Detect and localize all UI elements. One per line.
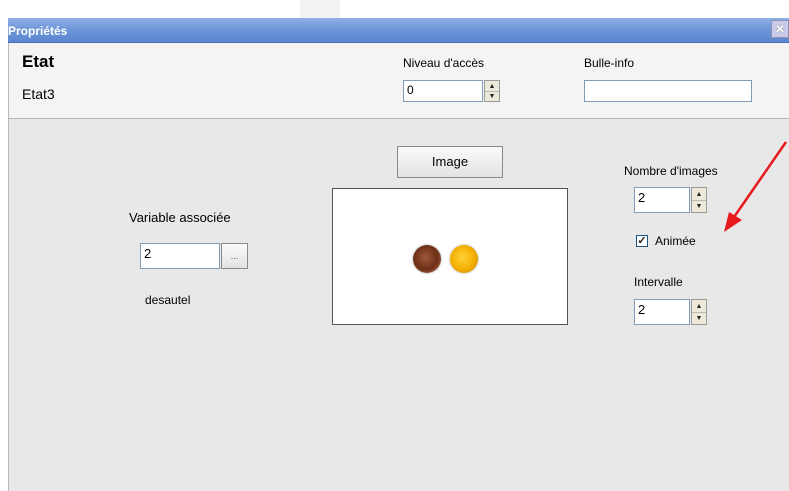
annotation-arrow-icon bbox=[724, 141, 788, 232]
access-level-label: Niveau d'accès bbox=[403, 56, 484, 70]
state-title: Etat bbox=[22, 52, 55, 71]
image-count-spinner[interactable]: ▲ ▼ bbox=[691, 187, 707, 213]
title-bar[interactable] bbox=[8, 18, 789, 43]
interval-input[interactable]: 2 bbox=[634, 299, 690, 325]
access-level-spinner[interactable]: ▲ ▼ bbox=[484, 80, 500, 102]
spin-down-icon[interactable]: ▼ bbox=[485, 91, 499, 101]
check-icon: ✓ bbox=[637, 235, 647, 247]
image-count-input[interactable]: 2 bbox=[634, 187, 690, 213]
interval-spinner[interactable]: ▲ ▼ bbox=[691, 299, 707, 325]
window-title: Propriétés bbox=[8, 24, 68, 38]
tooltip-label: Bulle-info bbox=[584, 56, 635, 70]
browse-button[interactable]: ... bbox=[221, 243, 248, 269]
spin-down-icon[interactable]: ▼ bbox=[692, 312, 706, 324]
spin-down-icon[interactable]: ▼ bbox=[692, 200, 706, 212]
variable-name: desautel bbox=[145, 293, 191, 307]
top-separator bbox=[300, 0, 340, 18]
tooltip-input[interactable] bbox=[584, 80, 752, 102]
variable-input[interactable]: 2 bbox=[140, 243, 220, 269]
close-button[interactable]: ✕ bbox=[771, 20, 789, 38]
image-count-label: Nombre d'images bbox=[624, 164, 718, 178]
brown-lamp-image bbox=[413, 245, 441, 273]
interval-label: Intervalle bbox=[634, 275, 683, 289]
access-level-input[interactable]: 0 bbox=[403, 80, 483, 102]
state-name: Etat3 bbox=[22, 86, 55, 102]
yellow-lamp-image bbox=[450, 245, 478, 273]
animated-checkbox[interactable]: ✓ bbox=[636, 235, 648, 247]
variable-label: Variable associée bbox=[129, 210, 231, 225]
animated-label[interactable]: Animée bbox=[655, 234, 696, 248]
image-button[interactable]: Image bbox=[397, 146, 503, 178]
close-icon: ✕ bbox=[774, 22, 786, 36]
